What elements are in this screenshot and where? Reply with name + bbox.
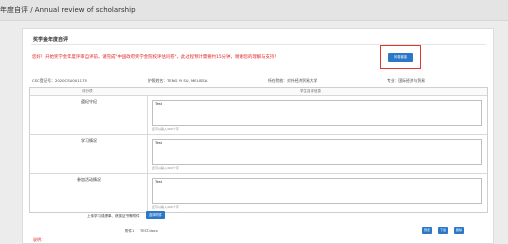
study-textarea[interactable]: Test (152, 139, 482, 165)
upload-label: 上传学习成绩单、获奖证书等附件 (87, 214, 140, 218)
questionnaire-notice: 您好！开始奖学金年度评审自评前，请完成"中国政府奖学金院校评估问卷"，此过程预计… (32, 55, 279, 60)
discipline-textarea[interactable]: Test (152, 100, 482, 126)
passport-name: 护照姓名：TENG YI SU, MELISSA (148, 78, 208, 83)
delete-button[interactable]: 删除 (454, 227, 464, 234)
table-row: 学习情况 Test 还可以输入499个字 (30, 135, 487, 174)
char-count-hint: 还可以输入499个字 (152, 166, 179, 170)
table-header: 评分项 学生自评信息 (30, 88, 487, 96)
choose-attachment-button[interactable]: 选择附件 (146, 211, 165, 219)
table-row: 参加活动情况 Test 还可以输入499个字 (30, 174, 487, 212)
preview-button[interactable]: 预览 (422, 227, 432, 234)
column-header-item: 评分项 (82, 89, 93, 93)
university: 所在院校：对外经济贸易大学 (268, 78, 318, 83)
attachment-filename[interactable]: TEST.docx (140, 229, 158, 233)
char-count-hint: 还可以输入499个字 (152, 127, 179, 131)
csc-number: CSC登记号：2020CSU001175 (32, 78, 87, 83)
review-panel: 奖学金年度自评 您好！开始奖学金年度评审自评前，请完成"中国政府奖学金院校评估问… (22, 28, 494, 244)
footnote-label: 说明： (33, 237, 45, 242)
row-label: 学习情况 (81, 138, 97, 143)
section-title: 奖学金年度自评 (33, 37, 69, 43)
questionnaire-link-button[interactable]: 问卷链接 (388, 53, 413, 62)
activities-textarea[interactable]: Test (152, 178, 482, 204)
table-row: 遵纪守纪 Test 还可以输入499个字 (30, 96, 487, 135)
attachment-label: 附件1 (125, 229, 135, 233)
self-review-table: 评分项 学生自评信息 遵纪守纪 Test 还可以输入499个字 学习情况 Tes… (29, 87, 488, 213)
row-label: 遵纪守纪 (81, 99, 97, 104)
download-button[interactable]: 下载 (438, 227, 448, 234)
top-bar: 年度自评 / Annual review of scholarship (0, 0, 508, 21)
column-header-self-review: 学生自评信息 (300, 89, 321, 93)
char-count-hint: 还可以输入499个字 (152, 205, 179, 209)
breadcrumb: 年度自评 / Annual review of scholarship (0, 6, 136, 14)
row-label: 参加活动情况 (77, 177, 101, 182)
major: 专业：国际经济与贸易 (387, 78, 425, 83)
